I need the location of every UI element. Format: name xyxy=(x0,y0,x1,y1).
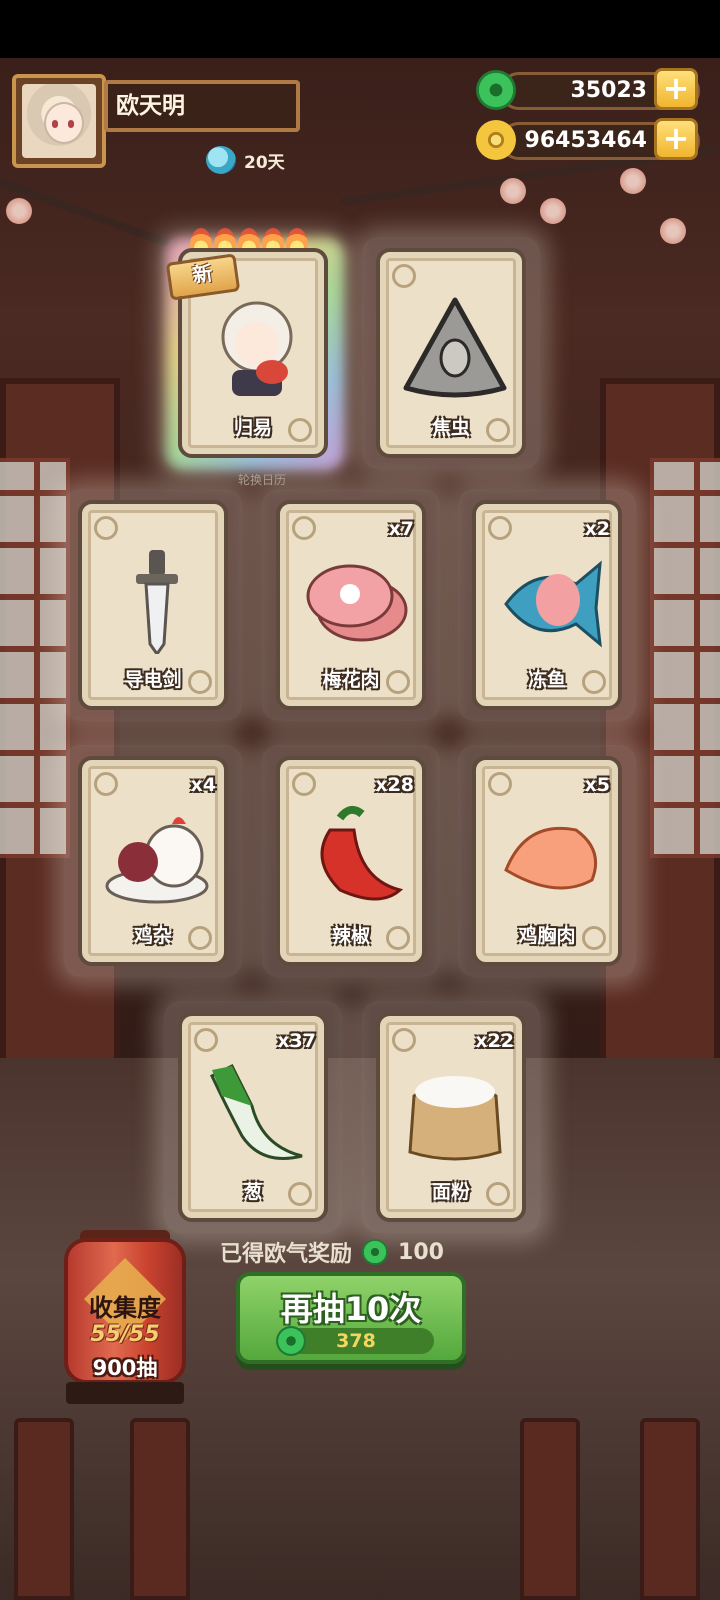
card-corner-ornament xyxy=(94,772,118,796)
jade-icon xyxy=(362,1239,389,1265)
card-count: x4 xyxy=(190,774,216,796)
chili-icon xyxy=(320,805,404,901)
card-label: 梅花肉 xyxy=(322,669,380,691)
card-count: x2 xyxy=(584,518,610,540)
reward-card[interactable]: x37 葱 xyxy=(178,1012,328,1222)
redraw-label: 再抽10次 xyxy=(280,1290,422,1328)
card-count: x7 xyxy=(388,518,414,540)
pork-icon xyxy=(306,564,408,642)
avatar-eye xyxy=(68,120,74,128)
reward-card[interactable]: x2 冻鱼 xyxy=(472,500,622,710)
card-label: 导电剑 xyxy=(124,669,182,691)
chicken-icon xyxy=(105,817,209,904)
plus-icon: + xyxy=(662,119,690,157)
card-label: 辣椒 xyxy=(331,925,370,947)
collection-lantern[interactable]: 收集度 55/55 900抽 xyxy=(64,1238,186,1384)
card-corner-ornament xyxy=(392,1028,416,1052)
railing-post xyxy=(640,1418,700,1600)
card-corner-ornament xyxy=(392,264,416,288)
blossom-decoration xyxy=(620,168,646,194)
card-label: 面粉 xyxy=(431,1181,470,1203)
avatar-face xyxy=(44,102,84,144)
card-corner-ornament xyxy=(94,516,118,540)
scallion-icon xyxy=(210,1063,303,1160)
card-label: 鸡胸肉 xyxy=(518,925,576,947)
lantern-stand xyxy=(66,1382,184,1404)
card-label: 焦虫 xyxy=(431,417,470,439)
reward-card[interactable]: x28 辣椒 xyxy=(276,756,426,966)
collection-progress: 55/55 xyxy=(90,1322,160,1347)
days-counter: 20天 xyxy=(206,146,285,174)
chicken-breast-icon xyxy=(504,826,597,890)
reward-card[interactable]: 焦虫 xyxy=(376,248,526,458)
blossom-decoration xyxy=(660,218,686,244)
card-corner-ornament xyxy=(488,516,512,540)
card-corner-ornament xyxy=(194,1028,218,1052)
card-count: x5 xyxy=(584,774,610,796)
blossom-decoration xyxy=(540,198,566,224)
railing-post xyxy=(520,1418,580,1600)
calendar-globe-icon xyxy=(206,146,236,174)
reward-card[interactable]: 导电剑 xyxy=(78,500,228,710)
blossom-decoration xyxy=(500,178,526,204)
card-count: x37 xyxy=(277,1030,316,1052)
avatar[interactable] xyxy=(12,74,106,168)
jade-icon xyxy=(476,70,516,110)
card-corner-ornament xyxy=(292,772,316,796)
coin-icon xyxy=(476,120,516,160)
fish-icon xyxy=(504,560,602,648)
blossom-decoration xyxy=(6,198,32,224)
jade-icon xyxy=(276,1326,306,1356)
reward-card[interactable]: x4 鸡杂 xyxy=(78,756,228,966)
reward-value: 100 xyxy=(398,1239,444,1265)
card-label: 鸡杂 xyxy=(133,925,172,947)
railing-post xyxy=(14,1418,74,1600)
reward-card[interactable]: x22 面粉 xyxy=(376,1012,526,1222)
redraw-10-button[interactable]: 再抽10次 378 xyxy=(236,1272,466,1364)
card-corner-ornament xyxy=(488,772,512,796)
railing-post xyxy=(130,1418,190,1600)
reward-card[interactable]: x7 梅花肉 xyxy=(276,500,426,710)
card-label: 冻鱼 xyxy=(527,669,566,691)
card-label: 葱 xyxy=(243,1181,263,1203)
character-icon xyxy=(221,301,293,396)
collection-title: 收集度 xyxy=(89,1294,161,1322)
avatar-portrait xyxy=(22,84,96,158)
card-count: x28 xyxy=(375,774,414,796)
days-value: 20天 xyxy=(244,152,285,173)
avatar-eye xyxy=(52,120,58,128)
card-corner-ornament xyxy=(292,516,316,540)
reward-card[interactable]: x5 鸡胸肉 xyxy=(472,756,622,966)
featured-caption: 轮换日历 xyxy=(238,473,287,487)
plus-icon: + xyxy=(662,69,690,107)
collection-draws: 900抽 xyxy=(92,1356,158,1380)
window-lattice-left xyxy=(0,458,70,858)
window-lattice-right xyxy=(650,458,720,858)
add-jade-button[interactable]: + xyxy=(654,68,698,110)
reward-line: 已得欧气奖励 100 xyxy=(220,1236,444,1268)
sword-icon xyxy=(136,550,178,654)
flour-icon xyxy=(408,1076,502,1161)
add-coins-button[interactable]: + xyxy=(654,118,698,160)
card-label: 归易 xyxy=(233,417,272,439)
bug-icon xyxy=(403,297,507,398)
player-name: 欧天明 xyxy=(104,80,300,132)
card-count: x22 xyxy=(475,1030,514,1052)
reward-text: 已得欧气奖励 xyxy=(220,1242,353,1267)
